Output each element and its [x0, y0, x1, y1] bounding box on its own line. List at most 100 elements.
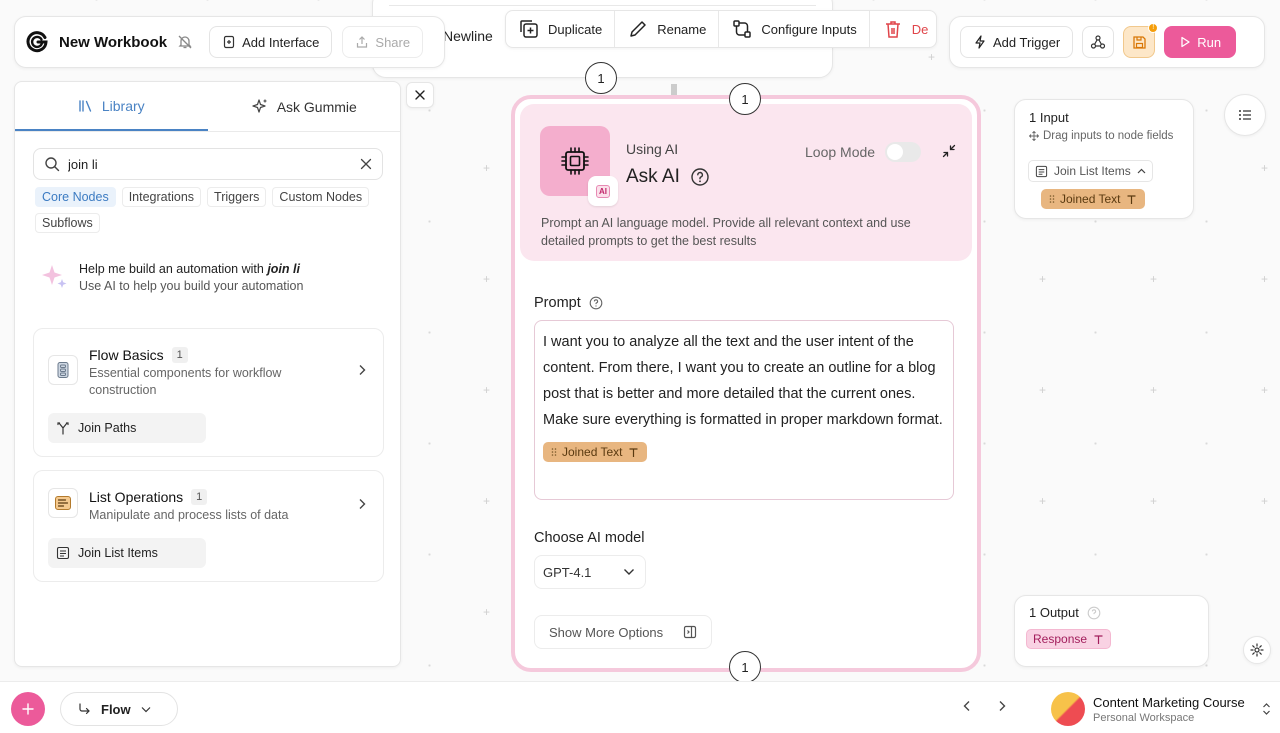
clear-search-icon[interactable]	[360, 158, 372, 170]
webhook-button[interactable]	[1082, 26, 1115, 58]
rename-button[interactable]: Rename	[615, 11, 720, 47]
ai-badge: AI	[588, 176, 618, 206]
help-icon[interactable]	[1087, 606, 1101, 620]
interface-icon	[222, 35, 236, 49]
node-join-paths-label: Join Paths	[78, 421, 137, 435]
node-title: Ask AI	[626, 166, 710, 188]
library-icon	[78, 99, 94, 113]
gumloop-logo-icon[interactable]	[25, 30, 49, 54]
add-interface-button[interactable]: Add Interface	[209, 26, 333, 58]
chevron-left-icon[interactable]	[962, 700, 972, 712]
close-library-button[interactable]	[406, 82, 434, 108]
tab-ask-gummie-label: Ask Gummie	[276, 98, 357, 115]
prompt-textarea[interactable]: I want you to analyze all the text and t…	[534, 320, 954, 500]
chevron-right-icon[interactable]	[357, 498, 367, 510]
plus-icon	[22, 703, 34, 715]
node-join-paths[interactable]: Join Paths	[48, 413, 206, 443]
collapse-icon[interactable]	[942, 144, 956, 158]
add-interface-label: Add Interface	[242, 34, 320, 50]
chevron-right-icon[interactable]	[357, 364, 367, 376]
delete-button[interactable]: De	[870, 11, 937, 47]
duplicate-button[interactable]: Duplicate	[506, 11, 616, 47]
ai-help-subtitle: Use AI to help you build your automation	[79, 279, 304, 293]
loop-mode-toggle[interactable]	[885, 142, 922, 162]
inputs-hint-label: Drag inputs to node fields	[1043, 130, 1174, 142]
bell-icon[interactable]	[177, 34, 193, 50]
workspace-switcher[interactable]: Content Marketing Course Personal Worksp…	[1051, 691, 1271, 727]
grid-marker: +	[483, 494, 491, 508]
list-icon	[1035, 165, 1048, 178]
outline-list-button[interactable]	[1224, 94, 1266, 136]
category-title[interactable]: Flow Basics 1	[89, 347, 188, 363]
ask-ai-node[interactable]: AI Using AI Ask AI Loop Mode Prompt an A…	[511, 95, 981, 672]
drag-handle-icon	[1049, 194, 1055, 204]
show-more-options-button[interactable]: Show More Options	[534, 615, 712, 649]
joined-text-input-tag[interactable]: Joined Text	[1041, 189, 1145, 209]
add-trigger-button[interactable]: Add Trigger	[960, 26, 1074, 58]
chevron-right-icon[interactable]	[997, 700, 1007, 712]
show-more-options-label: Show More Options	[549, 624, 664, 640]
grid-marker: +	[1039, 272, 1047, 286]
node-join-list-items[interactable]: Join List Items	[48, 538, 206, 568]
divider	[389, 5, 816, 6]
previous-node-output-port[interactable]: 1	[585, 62, 617, 94]
chip-subflows[interactable]: Subflows	[35, 213, 100, 233]
grid-marker: +	[1261, 383, 1269, 397]
webhook-icon	[1090, 34, 1106, 50]
flow-arrow-icon	[77, 702, 91, 716]
lightning-icon	[973, 35, 987, 49]
ai-model-select[interactable]: GPT-4.1	[534, 555, 646, 589]
search-input[interactable]	[68, 156, 352, 172]
configure-inputs-label: Configure Inputs	[761, 21, 857, 37]
search-icon	[44, 156, 60, 172]
flow-selector[interactable]: Flow	[60, 692, 178, 726]
ai-build-suggestion[interactable]: Help me build an automation with join li…	[39, 262, 303, 293]
prompt-label: Prompt	[534, 295, 603, 311]
run-button[interactable]: Run	[1164, 26, 1237, 58]
node-title-label[interactable]: Ask AI	[626, 166, 680, 188]
chip-custom-nodes[interactable]: Custom Nodes	[272, 187, 370, 207]
chip-triggers[interactable]: Triggers	[207, 187, 267, 207]
outputs-title-label: 1 Output	[1029, 605, 1079, 620]
workbook-title[interactable]: New Workbook	[59, 34, 167, 51]
settings-button[interactable]	[1243, 636, 1271, 664]
configure-inputs-button[interactable]: Configure Inputs	[719, 11, 870, 47]
node-search	[33, 148, 383, 180]
drag-handle-icon	[551, 447, 557, 457]
category-title[interactable]: List Operations 1	[89, 489, 208, 505]
response-output-tag[interactable]: Response	[1026, 629, 1112, 649]
run-label: Run	[1197, 34, 1222, 50]
help-icon[interactable]	[690, 167, 710, 187]
chevron-down-icon	[623, 568, 635, 576]
joined-text-variable[interactable]: Joined Text	[543, 442, 647, 462]
share-label: Share	[375, 34, 411, 50]
grid-marker: +	[1150, 494, 1158, 508]
grid-marker: +	[483, 161, 491, 175]
add-button[interactable]	[11, 692, 45, 726]
share-button[interactable]: Share	[342, 26, 424, 58]
input-source-join-list-items[interactable]: Join List Items	[1028, 160, 1153, 182]
save-button[interactable]: !	[1123, 23, 1159, 58]
share-icon	[355, 35, 369, 49]
ask-ai-input-port[interactable]: 1	[729, 83, 761, 115]
workspace-name: Content Marketing Course	[1093, 694, 1245, 710]
node-action-toolbar: Duplicate Rename Configure Inputs De	[505, 10, 938, 48]
help-icon[interactable]	[589, 296, 603, 310]
category-flow-basics: Flow Basics 1 Essential components for w…	[33, 328, 384, 457]
tab-ask-gummie[interactable]: Ask Gummie	[208, 82, 401, 131]
tab-library[interactable]: Library	[15, 82, 208, 131]
list-icon	[1238, 109, 1252, 121]
chip-integrations[interactable]: Integrations	[121, 187, 202, 207]
chip-core-nodes[interactable]: Core Nodes	[35, 187, 116, 207]
configure-icon	[731, 18, 753, 40]
ask-ai-output-port[interactable]: 1	[729, 651, 761, 683]
model-label-text: Choose AI model	[534, 530, 645, 546]
chevron-up-icon	[1137, 168, 1146, 174]
play-icon	[1179, 36, 1191, 48]
category-description: Essential components for workflow constr…	[89, 366, 282, 397]
grid-marker: +	[483, 605, 491, 619]
ask-ai-header: AI Using AI Ask AI Loop Mode Prompt an A…	[520, 104, 972, 261]
top-right-actions: Add Trigger ! Run	[949, 16, 1265, 68]
list-icon	[56, 546, 70, 560]
trash-icon	[882, 18, 904, 40]
